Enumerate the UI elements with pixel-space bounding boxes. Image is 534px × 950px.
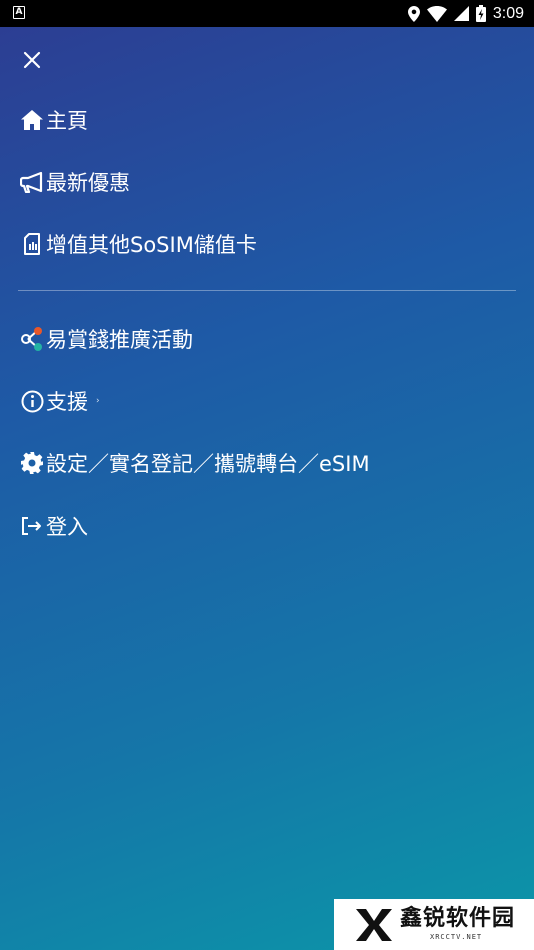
status-icons: 3:09 [407,3,524,24]
sim-card-icon [24,233,40,255]
home-icon [21,110,43,130]
menu-divider [18,290,516,291]
info-icon [21,390,43,412]
menu-item-login[interactable]: 登入 [20,508,88,544]
menu-item-topup-sim[interactable]: 增值其他SoSIM儲值卡 [20,226,257,262]
gear-icon [21,452,43,474]
watermark-subtitle: XRCCTV.NET [430,933,483,941]
watermark-title: 鑫锐软件园 [400,906,516,931]
login-icon [22,517,41,535]
app-notification-icon: A [13,6,25,19]
menu-item-label: 設定／實名登記／攜號轉台／eSIM [46,452,370,476]
app-indicator-letter: A [15,7,23,17]
menu-item-label: 最新優惠 [46,171,130,195]
signal-icon [453,6,469,21]
location-icon [407,5,420,22]
close-button[interactable] [20,48,44,72]
menu-item-label: 易賞錢推廣活動 [46,328,193,352]
battery-icon [475,5,486,22]
menu-item-settings[interactable]: 設定／實名登記／攜號轉台／eSIM [20,445,370,481]
menu-item-label: 支援 [46,390,88,414]
menu-item-promotions[interactable]: 最新優惠 [20,164,130,200]
wifi-icon [426,5,447,22]
menu-item-home[interactable]: 主頁 [20,102,88,138]
expand-indicator: › [96,396,100,406]
watermark-logo-icon [356,908,392,941]
close-icon [23,51,41,69]
menu-item-label: 增值其他SoSIM儲值卡 [46,233,257,257]
share-icon [21,327,42,351]
watermark: 鑫锐软件园 XRCCTV.NET [334,899,534,950]
menu-item-moneyback-campaign[interactable]: 易賞錢推廣活動 [20,321,193,357]
megaphone-icon [20,171,43,193]
menu-item-label: 登入 [46,515,88,539]
menu-item-support[interactable]: 支援 › [20,383,100,419]
navigation-drawer: 主頁 最新優惠 增值其他SoSIM儲值卡 易賞錢推廣活動 支援 › 設定／實名登… [0,27,534,950]
menu-item-label: 主頁 [46,109,88,133]
clock: 3:09 [492,4,524,22]
status-bar: A 3:09 [0,0,534,27]
